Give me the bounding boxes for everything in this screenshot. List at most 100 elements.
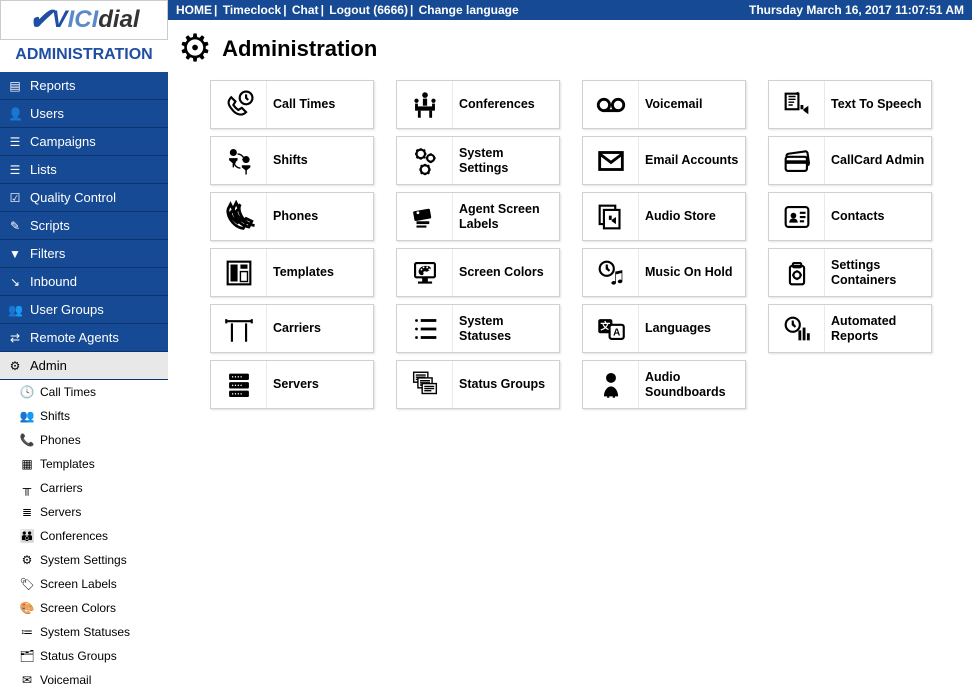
gear-icon: ⚙ <box>8 359 22 373</box>
nav-inbound[interactable]: ↘Inbound <box>0 268 168 296</box>
shifts-icon <box>211 137 267 184</box>
check-icon: ☑ <box>8 191 22 205</box>
gear-icon: ⚙ <box>178 30 212 68</box>
nav-campaigns[interactable]: ☰Campaigns <box>0 128 168 156</box>
callcard-icon <box>769 137 825 184</box>
voicemail-icon <box>583 81 639 128</box>
nav-reports[interactable]: ▤Reports <box>0 72 168 100</box>
nav-remote[interactable]: ⇄Remote Agents <box>0 324 168 352</box>
tile-contacts[interactable]: Contacts <box>768 192 932 241</box>
carriers-icon <box>211 305 267 352</box>
tile-templates[interactable]: Templates <box>210 248 374 297</box>
audiostore-icon <box>583 193 639 240</box>
containers-icon <box>769 249 825 296</box>
sub-servers[interactable]: ≣Servers <box>0 500 168 524</box>
tile-statuses[interactable]: System Statuses <box>396 304 560 353</box>
nav-users[interactable]: 👤Users <box>0 100 168 128</box>
sidebar: ✔VICIdial ADMINISTRATION ▤Reports 👤Users… <box>0 0 168 644</box>
phone-icon: 📞 <box>20 433 34 447</box>
nav-scripts[interactable]: ✎Scripts <box>0 212 168 240</box>
conferences-icon <box>397 81 453 128</box>
sub-statuses[interactable]: ≔System Statuses <box>0 620 168 644</box>
calltimes-icon <box>211 81 267 128</box>
sub-shifts[interactable]: 👥Shifts <box>0 404 168 428</box>
settings-icon: ⚙ <box>20 553 34 567</box>
template-icon: ▦ <box>20 457 34 471</box>
tile-soundboards[interactable]: Audio Soundboards <box>582 360 746 409</box>
autorep-icon <box>769 305 825 352</box>
tile-email[interactable]: Email Accounts <box>582 136 746 185</box>
link-logout[interactable]: Logout (6666) <box>329 3 408 17</box>
nav-admin[interactable]: ⚙Admin <box>0 352 168 380</box>
link-lang[interactable]: Change language <box>419 3 519 17</box>
sub-calltimes[interactable]: 🕓Call Times <box>0 380 168 404</box>
sub-colors[interactable]: 🎨Screen Colors <box>0 596 168 620</box>
tts-icon <box>769 81 825 128</box>
carrier-icon: ╥ <box>20 481 34 495</box>
page-head: ⚙ Administration <box>178 30 962 68</box>
admin-title: ADMINISTRATION <box>0 40 168 72</box>
sub-conf[interactable]: 👪Conferences <box>0 524 168 548</box>
sub-vm[interactable]: ✉Voicemail <box>0 668 168 692</box>
inbound-icon: ↘ <box>8 275 22 289</box>
user-icon: 👤 <box>8 107 22 121</box>
sub-groups[interactable]: 🗂Status Groups <box>0 644 168 668</box>
tile-shifts[interactable]: Shifts <box>210 136 374 185</box>
tile-voicemail[interactable]: Voicemail <box>582 80 746 129</box>
templates-icon <box>211 249 267 296</box>
list-icon: ☰ <box>8 135 22 149</box>
tile-containers[interactable]: Settings Containers <box>768 248 932 297</box>
statuses-icon <box>397 305 453 352</box>
tile-phones[interactable]: Phones <box>210 192 374 241</box>
list-icon: ≔ <box>20 625 34 639</box>
list-icon: ▤ <box>8 79 22 93</box>
topbar: HOME| Timeclock| Chat| Logout (6666)| Ch… <box>168 0 972 20</box>
logo: ✔VICIdial <box>0 0 168 40</box>
conf-icon: 👪 <box>20 529 34 543</box>
vm-icon: ✉ <box>20 673 34 687</box>
pencil-icon: ✎ <box>8 219 22 233</box>
nav-usergroups[interactable]: 👥User Groups <box>0 296 168 324</box>
nav-list: ▤Reports 👤Users ☰Campaigns ☰Lists ☑Quali… <box>0 72 168 380</box>
shifts-icon: 👥 <box>20 409 34 423</box>
tile-groups[interactable]: Status Groups <box>396 360 560 409</box>
list-icon: ☰ <box>8 163 22 177</box>
languages-icon <box>583 305 639 352</box>
groups-icon: 🗂 <box>20 649 34 663</box>
tile-labels[interactable]: Agent Screen Labels <box>396 192 560 241</box>
nav-filters[interactable]: ▼Filters <box>0 240 168 268</box>
settings-icon <box>397 137 453 184</box>
tile-servers[interactable]: Servers <box>210 360 374 409</box>
label-icon: 🏷 <box>20 577 34 591</box>
nav-lists[interactable]: ☰Lists <box>0 156 168 184</box>
tile-autorep[interactable]: Automated Reports <box>768 304 932 353</box>
nav-quality[interactable]: ☑Quality Control <box>0 184 168 212</box>
page-title: Administration <box>222 36 377 62</box>
tile-callcard[interactable]: CallCard Admin <box>768 136 932 185</box>
tile-conferences[interactable]: Conferences <box>396 80 560 129</box>
group-icon: 👥 <box>8 303 22 317</box>
link-chat[interactable]: Chat <box>292 3 319 17</box>
link-home[interactable]: HOME <box>176 3 212 17</box>
sub-labels[interactable]: 🏷Screen Labels <box>0 572 168 596</box>
sub-phones[interactable]: 📞Phones <box>0 428 168 452</box>
moh-icon <box>583 249 639 296</box>
tile-calltimes[interactable]: Call Times <box>210 80 374 129</box>
tile-moh[interactable]: Music On Hold <box>582 248 746 297</box>
sub-sysset[interactable]: ⚙System Settings <box>0 548 168 572</box>
labels-icon <box>397 193 453 240</box>
tile-carriers[interactable]: Carriers <box>210 304 374 353</box>
tile-colors[interactable]: Screen Colors <box>396 248 560 297</box>
filter-icon: ▼ <box>8 247 22 261</box>
contacts-icon <box>769 193 825 240</box>
tile-grid: Call Times Shifts Phones Templates Carri… <box>210 80 962 409</box>
tile-audiostore[interactable]: Audio Store <box>582 192 746 241</box>
top-links: HOME| Timeclock| Chat| Logout (6666)| Ch… <box>176 3 519 17</box>
sub-templates[interactable]: ▦Templates <box>0 452 168 476</box>
sub-carriers[interactable]: ╥Carriers <box>0 476 168 500</box>
tile-languages[interactable]: Languages <box>582 304 746 353</box>
tile-settings[interactable]: System Settings <box>396 136 560 185</box>
server-icon: ≣ <box>20 505 34 519</box>
tile-tts[interactable]: Text To Speech <box>768 80 932 129</box>
link-timeclock[interactable]: Timeclock <box>223 3 281 17</box>
